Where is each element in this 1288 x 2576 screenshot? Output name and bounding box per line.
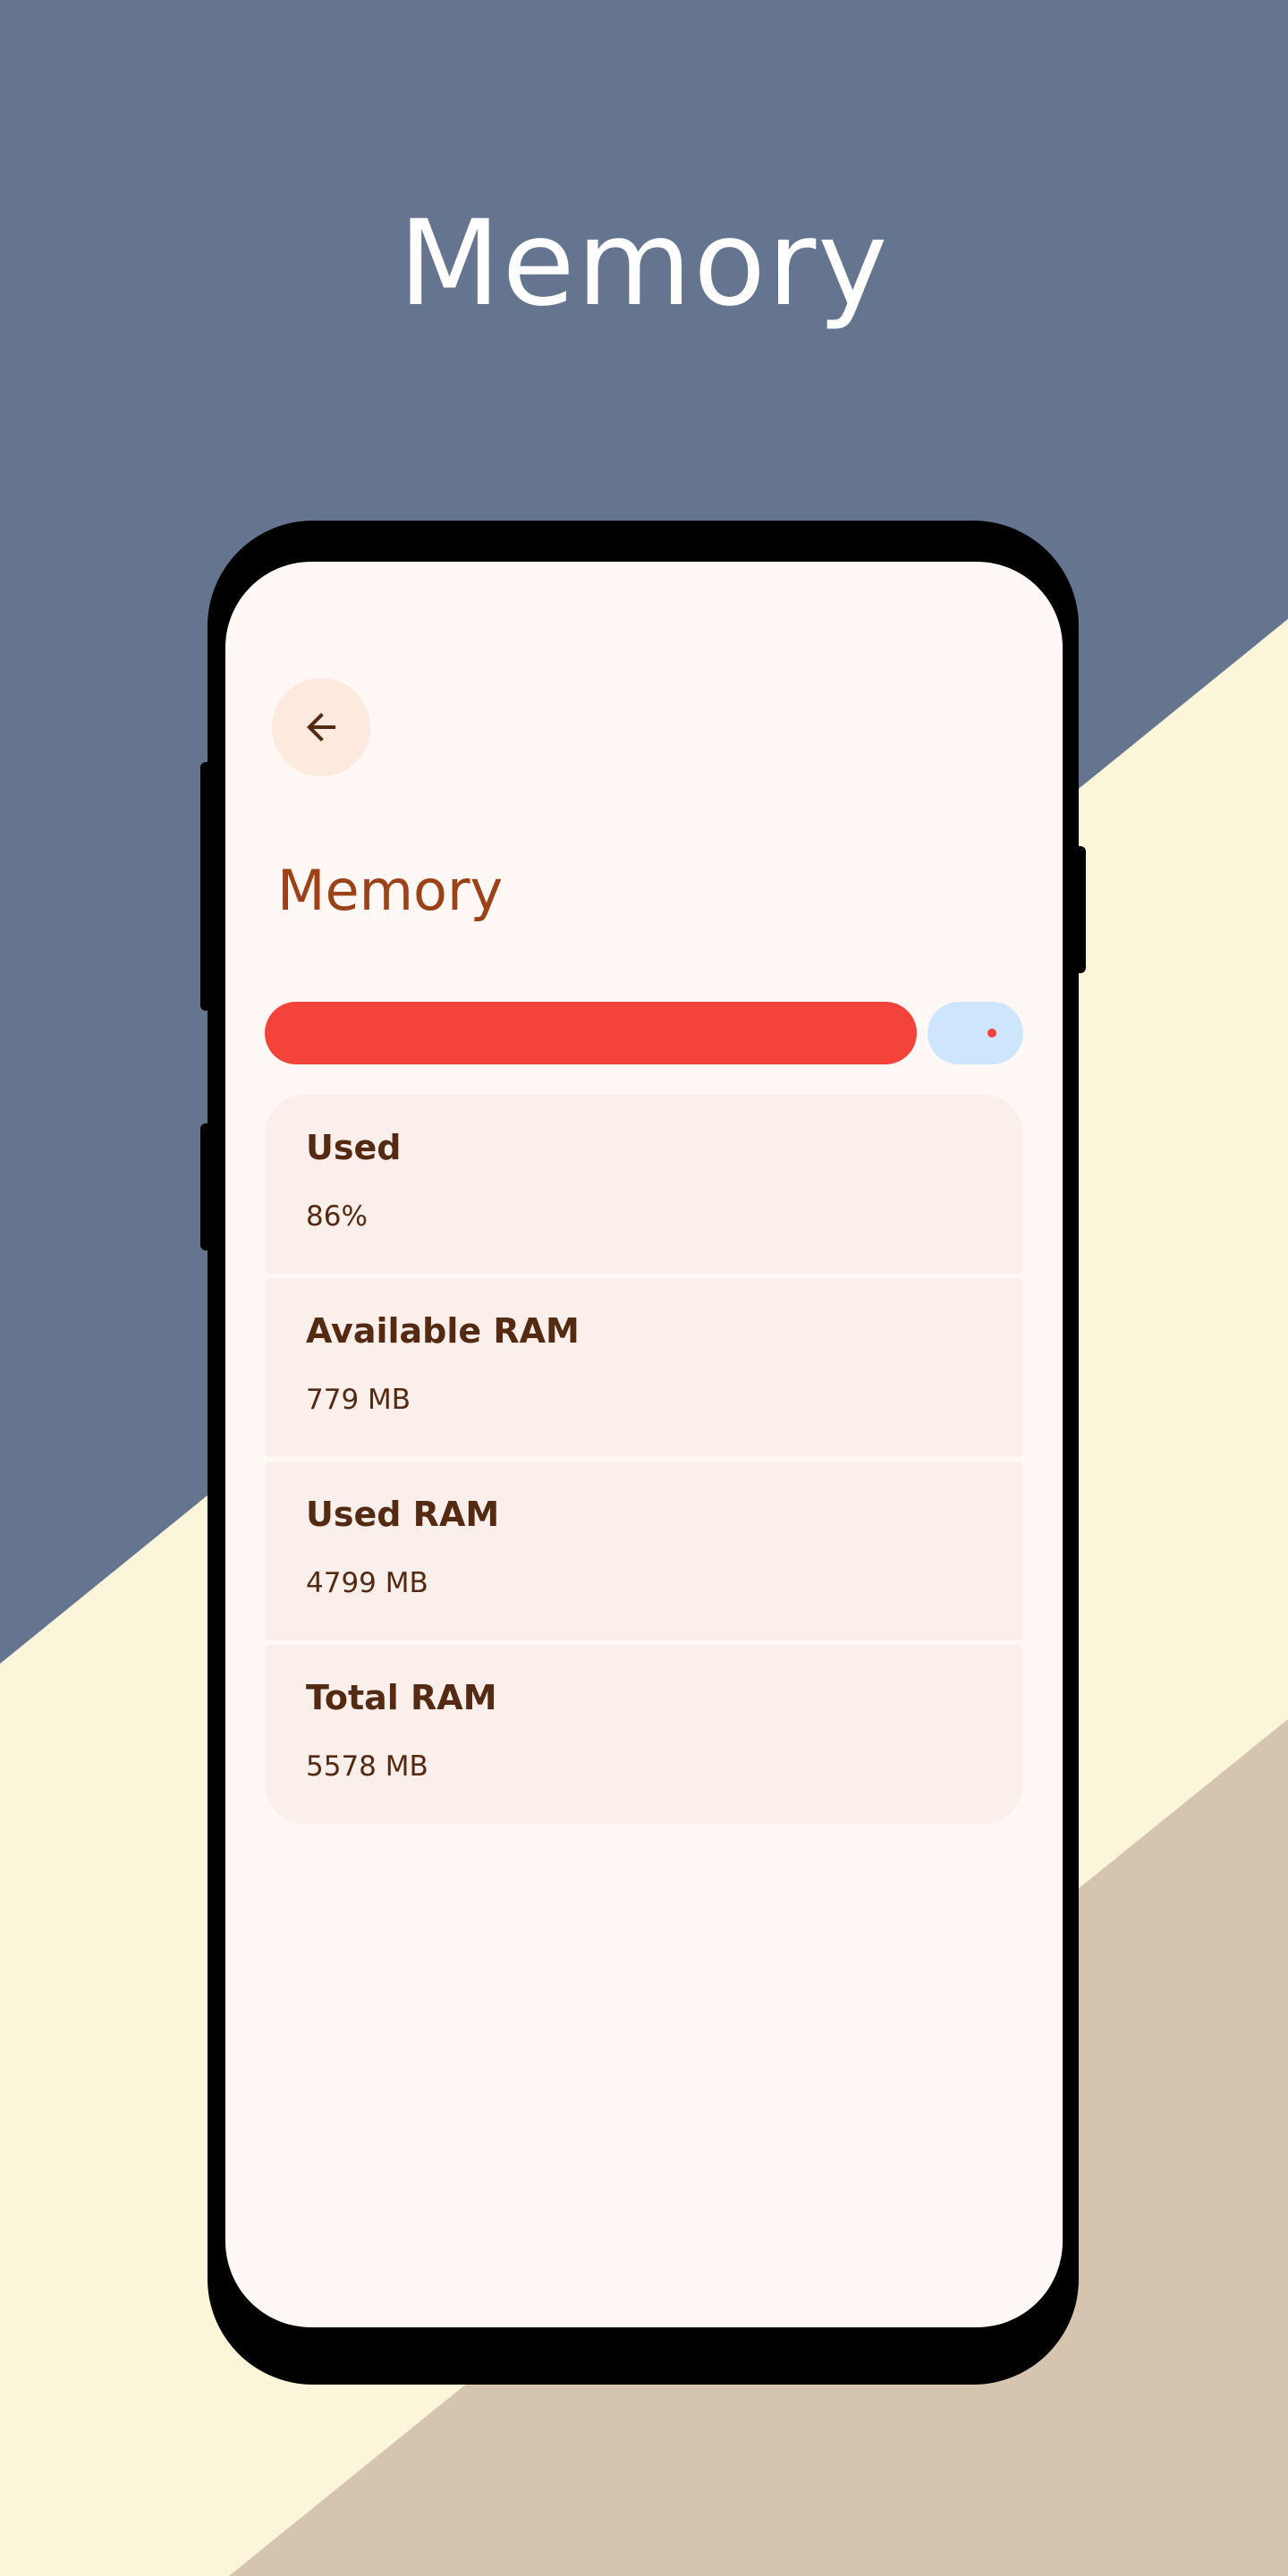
- stat-value: 4799 MB: [306, 1567, 428, 1599]
- memory-usage-progress-bar: [265, 1002, 1023, 1064]
- back-button[interactable]: [272, 678, 370, 776]
- arrow-back-icon: [307, 713, 335, 741]
- page-title: Memory: [277, 858, 504, 923]
- stat-value: 779 MB: [306, 1384, 411, 1416]
- stat-label: Used RAM: [306, 1495, 500, 1534]
- stat-label: Used: [306, 1128, 402, 1167]
- stat-card-used: Used 86%: [265, 1095, 1023, 1274]
- stat-card-used-ram: Used RAM 4799 MB: [265, 1462, 1023, 1640]
- phone-screen: Memory Used 86% Available RAM 779 MB Use…: [225, 562, 1063, 2327]
- stat-value: 86%: [306, 1200, 368, 1233]
- stat-value: 5578 MB: [306, 1750, 428, 1783]
- hero-title: Memory: [398, 195, 890, 333]
- stat-card-total-ram: Total RAM 5578 MB: [265, 1645, 1023, 1824]
- memory-usage-progress-track: [928, 1002, 1023, 1064]
- stat-label: Total RAM: [306, 1678, 497, 1717]
- progress-stop-indicator: [987, 1029, 996, 1038]
- memory-stats-list: Used 86% Available RAM 779 MB Used RAM 4…: [265, 1095, 1023, 1828]
- stat-card-available-ram: Available RAM 779 MB: [265, 1278, 1023, 1457]
- memory-usage-progress-fill: [265, 1002, 917, 1064]
- stat-label: Available RAM: [306, 1311, 580, 1351]
- promo-canvas: Memory Memory Used 86% Available RAM 779…: [0, 0, 1288, 2576]
